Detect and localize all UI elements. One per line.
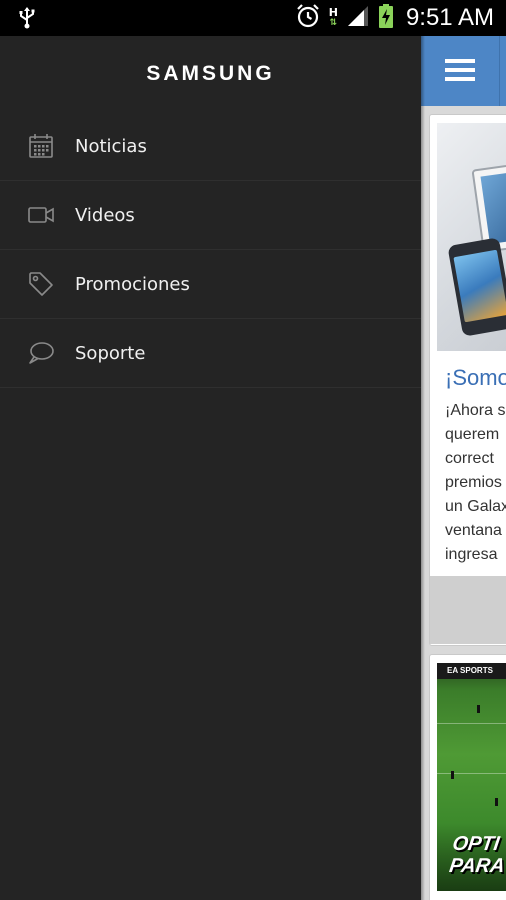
promo-card[interactable]: EA SPORTS OPTI PARA (429, 654, 506, 900)
drawer-item-promociones[interactable]: Promociones (0, 250, 421, 319)
phone-image (447, 237, 506, 337)
drawer-item-noticias[interactable]: Noticias (0, 112, 421, 181)
hamburger-menu-icon[interactable] (445, 59, 475, 83)
news-card[interactable]: ¡Somo ¡Ahora s querem correct premios un… (429, 114, 506, 646)
navigation-drawer: SAMSUNG Noticias Videos Promociones Sopo… (0, 36, 421, 900)
ea-sports-banner: EA SPORTS (437, 663, 506, 679)
player-figure (477, 705, 480, 713)
news-card-image (437, 123, 506, 351)
promo-line: PARA (447, 855, 506, 877)
drawer-shadow (421, 36, 425, 900)
body-line: querem (445, 426, 500, 443)
clock: 9:51 AM (405, 4, 494, 31)
status-bar: H ⇅ 9:51 AM (0, 0, 506, 36)
drawer-item-label: Promociones (75, 273, 190, 295)
player-figure (495, 798, 498, 806)
drawer-item-soporte[interactable]: Soporte (0, 319, 421, 388)
news-card-body: ¡Ahora s querem correct premios un Galax… (445, 399, 506, 567)
drawer-item-label: Videos (75, 204, 135, 226)
body-line: ingresa (445, 546, 498, 563)
body-line: ¡Ahora s (445, 402, 506, 419)
video-camera-icon (27, 201, 55, 229)
body-line: premios (445, 474, 502, 491)
usb-icon (18, 6, 36, 34)
drawer-item-label: Soporte (75, 342, 146, 364)
action-bar-divider (499, 36, 500, 106)
action-bar (421, 36, 506, 106)
tag-icon (27, 270, 55, 298)
body-line: ventana (445, 522, 502, 539)
news-card-headline[interactable]: ¡Somo (445, 365, 506, 391)
body-line: un Galax (445, 498, 506, 515)
speech-bubble-icon (27, 339, 55, 367)
field-line (437, 723, 506, 724)
alarm-icon (295, 3, 321, 33)
field-line (437, 773, 506, 774)
drawer-item-videos[interactable]: Videos (0, 181, 421, 250)
samsung-logo: SAMSUNG (146, 62, 275, 85)
player-figure (451, 771, 454, 779)
news-card-footer (430, 576, 506, 644)
calendar-icon (27, 132, 55, 160)
main-content-panel[interactable]: ¡Somo ¡Ahora s querem correct premios un… (421, 36, 506, 900)
body-line: correct (445, 450, 494, 467)
network-arrows: ⇅ (329, 18, 338, 28)
drawer-item-label: Noticias (75, 135, 147, 157)
promo-card-image: EA SPORTS OPTI PARA (437, 663, 506, 891)
promo-text: OPTI PARA (448, 833, 506, 877)
promo-line: OPTI (451, 833, 501, 855)
battery-charging-icon (378, 3, 394, 33)
network-type-label: H (328, 6, 338, 19)
network-type-indicator: H ⇅ (328, 6, 338, 28)
signal-icon (346, 5, 370, 31)
